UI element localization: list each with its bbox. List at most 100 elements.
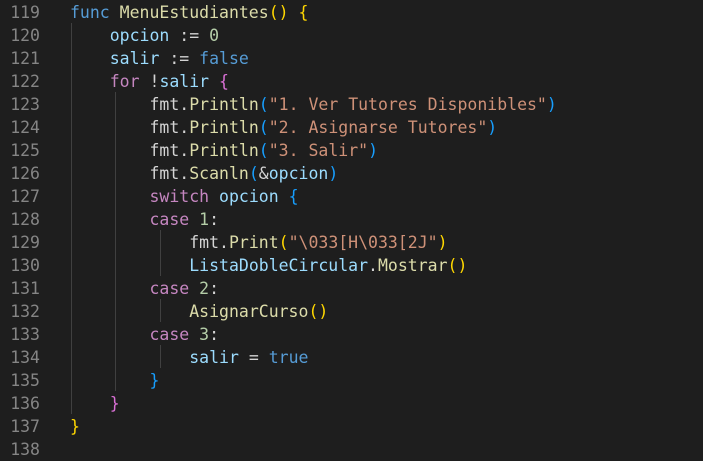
code-line[interactable]: 123 fmt.Println("1. Ver Tutores Disponib…	[0, 93, 703, 116]
code-text: fmt.Print("\033[H\033[2J")	[70, 231, 448, 254]
code-text: salir := false	[70, 47, 249, 70]
code-token: )	[487, 118, 498, 137]
code-line[interactable]: 126 fmt.Scanln(&opcion)	[0, 162, 703, 185]
line-number: 133	[10, 325, 40, 344]
line-number: 134	[10, 348, 40, 367]
code-token: .	[179, 141, 190, 160]
code-text: }	[70, 415, 80, 438]
code-line[interactable]: 119 func MenuEstudiantes() {	[0, 1, 703, 24]
code-token: )	[437, 233, 448, 252]
code-line[interactable]: 133 case 3:	[0, 323, 703, 346]
line-number: 136	[10, 394, 40, 413]
code-token: ()	[308, 302, 329, 321]
code-token: MenuEstudiantes	[119, 3, 269, 22]
line-number: 123	[10, 95, 40, 114]
code-token: Mostrar	[377, 256, 448, 275]
code-token: )	[328, 164, 339, 183]
code-line[interactable]: 132 AsignarCurso()	[0, 300, 703, 323]
code-line[interactable]: 127 switch opcion {	[0, 185, 703, 208]
line-number: 138	[10, 440, 40, 459]
code-token: opcion	[109, 26, 170, 45]
code-token: )	[368, 141, 378, 160]
code-token: .	[179, 164, 190, 183]
line-number: 119	[10, 3, 40, 22]
code-token: {	[209, 72, 229, 91]
code-line[interactable]: 135 }	[0, 369, 703, 392]
code-line[interactable]: 124 fmt.Println("2. Asignarse Tutores")	[0, 116, 703, 139]
code-token: false	[199, 49, 249, 68]
code-token: opcion	[268, 164, 329, 183]
code-line[interactable]: 128 case 1:	[0, 208, 703, 231]
code-line[interactable]: 130 ListaDobleCircular.Mostrar()	[0, 254, 703, 277]
code-text: case 2:	[70, 277, 219, 300]
code-editor[interactable]: 119 func MenuEstudiantes() {120 opcion :=…	[0, 0, 703, 459]
code-token: 0	[209, 26, 220, 45]
code-line[interactable]: 136 }	[0, 392, 703, 415]
code-token: fmt	[149, 141, 180, 160]
code-line[interactable]: 129 fmt.Print("\033[H\033[2J")	[0, 231, 703, 254]
code-text: for !salir {	[70, 70, 229, 93]
line-number: 125	[10, 141, 40, 160]
code-line[interactable]: 137}	[0, 415, 703, 438]
code-token: (	[258, 141, 269, 160]
code-token: "2. Asignarse Tutores"	[268, 118, 488, 137]
line-number: 121	[10, 49, 40, 68]
code-text: }	[70, 392, 120, 415]
code-text: case 1:	[70, 208, 219, 231]
code-token: fmt	[149, 95, 180, 114]
code-token: Print	[228, 233, 279, 252]
code-text: fmt.Println("2. Asignarse Tutores")	[70, 116, 497, 139]
code-token: salir	[189, 348, 239, 367]
line-number: 137	[10, 417, 40, 436]
code-token: .	[179, 95, 190, 114]
code-token: Println	[189, 95, 259, 114]
code-token: .	[368, 256, 378, 275]
code-token: case	[149, 210, 190, 229]
line-number: 129	[10, 233, 40, 252]
code-token: Println	[189, 118, 259, 137]
code-token: case	[149, 279, 190, 298]
code-line[interactable]: 138	[0, 438, 703, 461]
code-token: switch	[149, 187, 210, 206]
code-token: }	[149, 371, 160, 390]
code-token: :=	[169, 26, 210, 45]
code-text: opcion := 0	[70, 24, 219, 47]
code-token: "1. Ver Tutores Disponibles"	[268, 95, 547, 114]
code-token: :	[209, 325, 220, 344]
code-token: case	[149, 325, 190, 344]
code-line[interactable]: 122 for !salir {	[0, 70, 703, 93]
code-token: 2	[189, 279, 210, 298]
code-text: case 3:	[70, 323, 219, 346]
code-token: )	[546, 95, 557, 114]
code-text: fmt.Scanln(&opcion)	[70, 162, 338, 185]
code-token: :	[209, 279, 220, 298]
code-token: "3. Salir"	[268, 141, 369, 160]
code-line[interactable]: 120 opcion := 0	[0, 24, 703, 47]
code-text: AsignarCurso()	[70, 300, 328, 323]
code-token: :	[209, 210, 220, 229]
line-number: 132	[10, 302, 40, 321]
code-line[interactable]: 131 case 2:	[0, 277, 703, 300]
line-number: 122	[10, 72, 40, 91]
code-token: }	[70, 417, 80, 436]
code-line[interactable]: 125 fmt.Println("3. Salir")	[0, 139, 703, 162]
code-text: salir = true	[70, 346, 308, 369]
line-number: 128	[10, 210, 40, 229]
line-number: 130	[10, 256, 40, 275]
code-token: :=	[159, 49, 200, 68]
code-token: fmt	[149, 164, 180, 183]
code-text: switch opcion {	[70, 185, 298, 208]
code-line[interactable]: 121 salir := false	[0, 47, 703, 70]
code-line[interactable]: 134 salir = true	[0, 346, 703, 369]
code-token: (	[258, 118, 269, 137]
